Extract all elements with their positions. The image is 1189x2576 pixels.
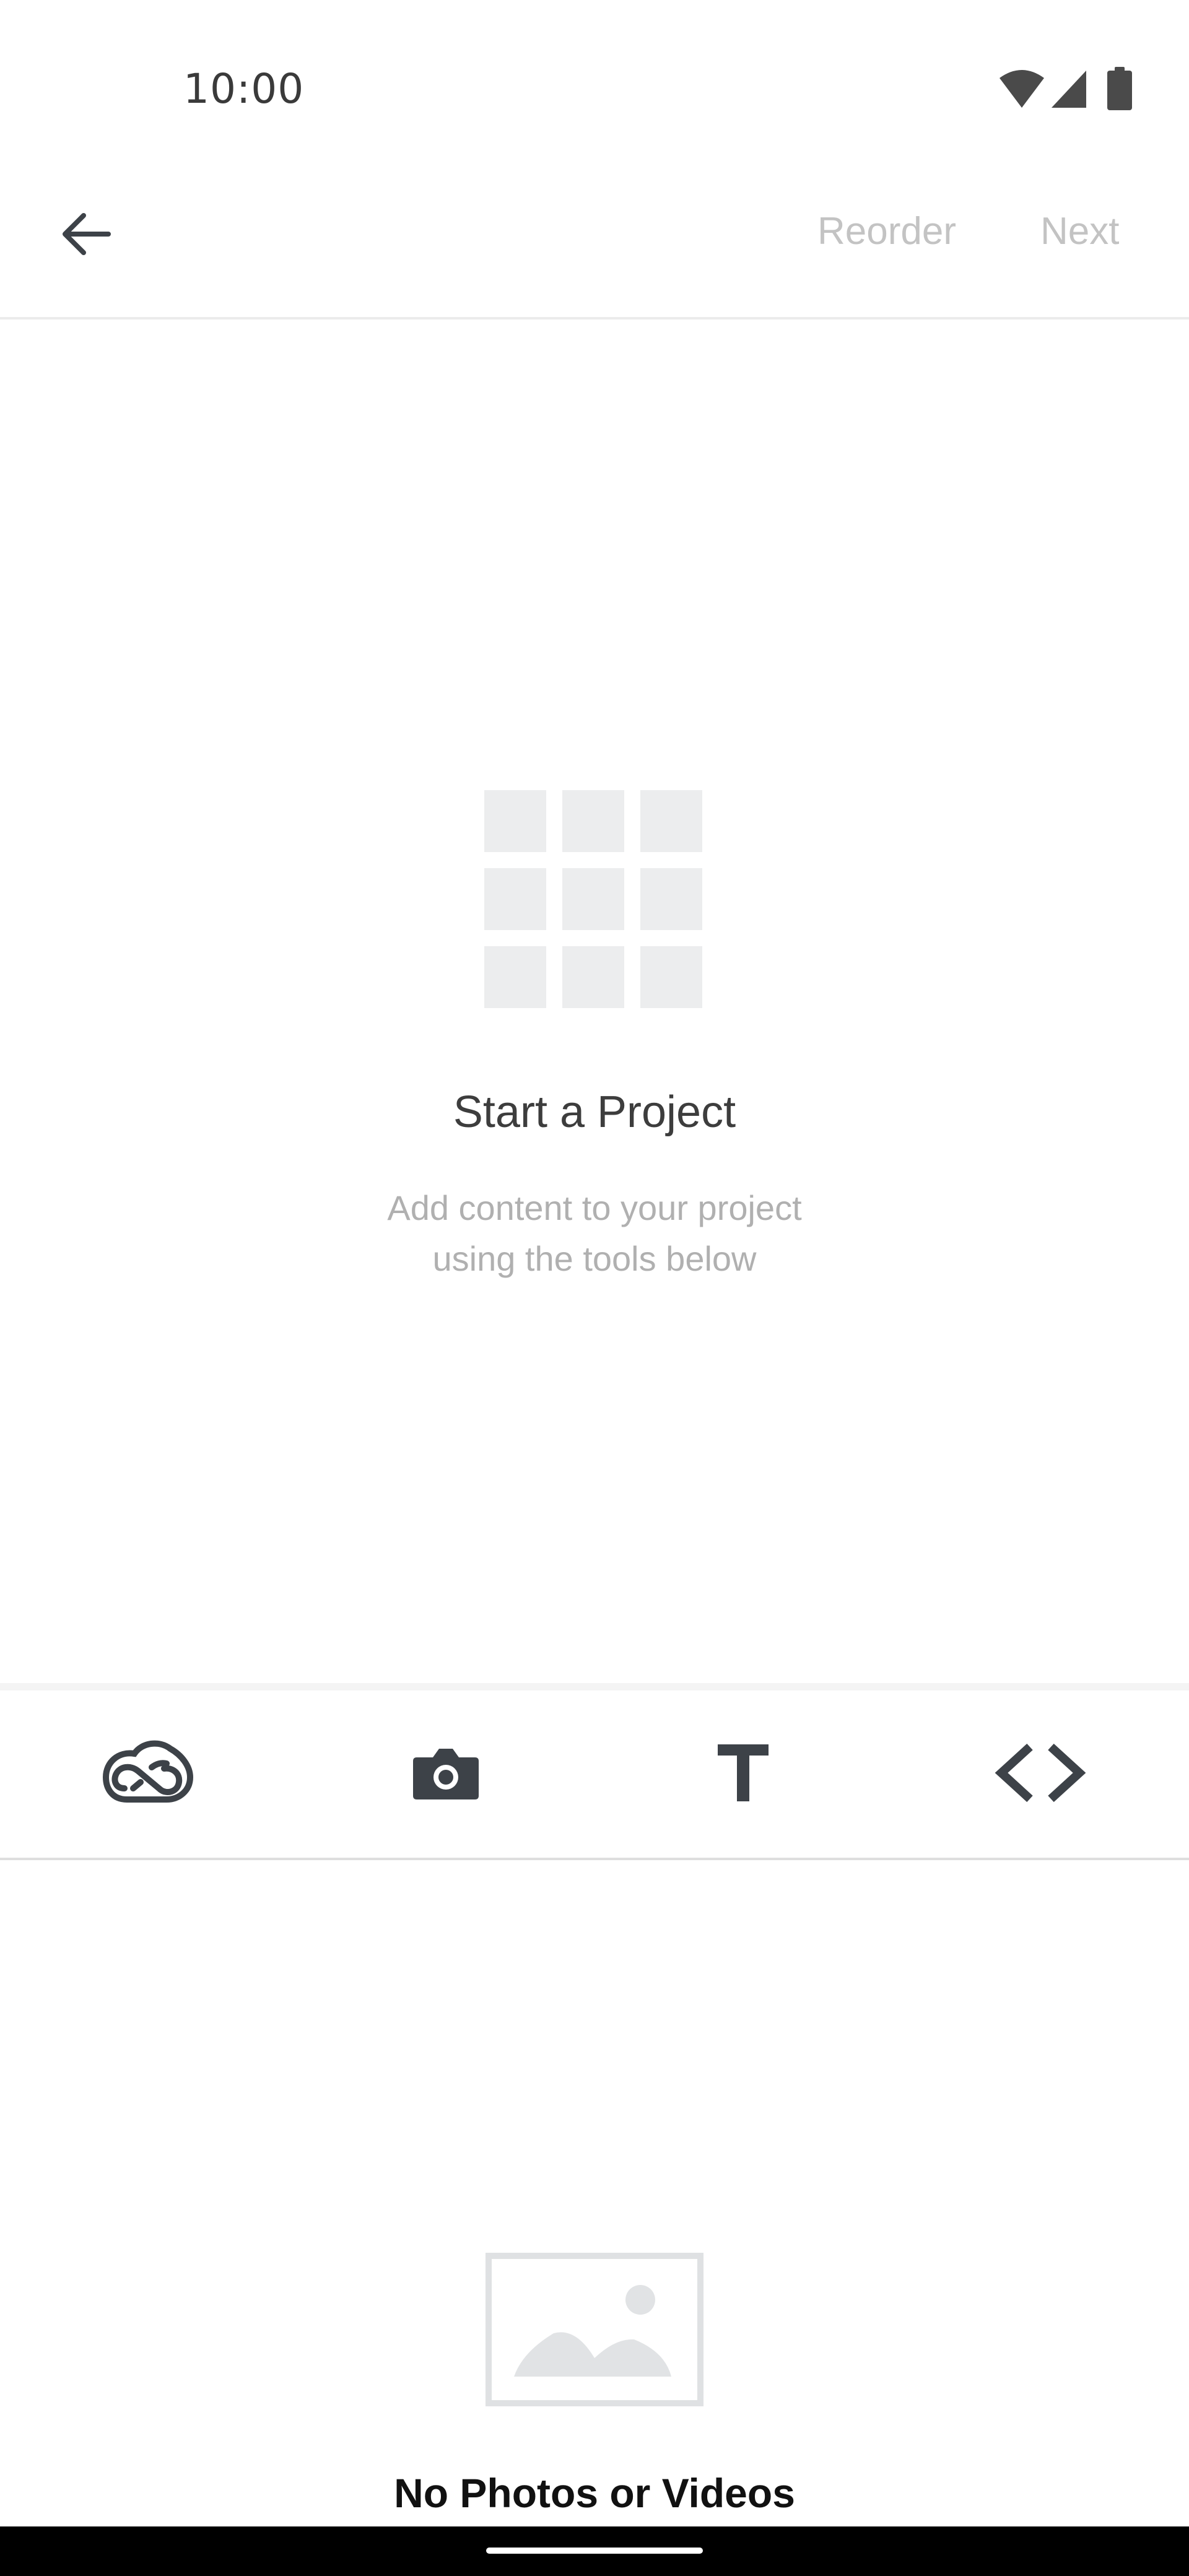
cellular-signal-icon [1050, 69, 1087, 112]
wifi-icon [998, 69, 1045, 112]
back-button[interactable] [50, 198, 124, 272]
creative-cloud-icon [102, 1739, 195, 1810]
battery-icon [1106, 67, 1133, 113]
arrow-left-icon [59, 209, 115, 262]
grid-icon [484, 790, 705, 1011]
toolbar-shadow [0, 1683, 1189, 1690]
image-placeholder-icon [486, 2253, 703, 2406]
embed-code-button[interactable] [991, 1728, 1090, 1821]
text-tool-button[interactable] [694, 1728, 793, 1821]
camera-icon [412, 1745, 480, 1804]
media-empty-title: No Photos or Videos [394, 2470, 795, 2516]
status-time: 10:00 [183, 65, 305, 113]
code-icon [994, 1742, 1087, 1807]
empty-state-title: Start a Project [453, 1087, 736, 1137]
camera-button[interactable] [396, 1728, 495, 1821]
next-button[interactable]: Next [1040, 209, 1119, 259]
toolbar-divider [0, 1858, 1189, 1860]
reorder-button[interactable]: Reorder [817, 209, 956, 259]
empty-state-subtitle: Add content to your project using the to… [387, 1188, 802, 1278]
text-icon [715, 1742, 771, 1807]
header-divider [0, 317, 1189, 320]
home-indicator[interactable] [486, 2548, 703, 2554]
creative-cloud-button[interactable] [99, 1728, 198, 1821]
